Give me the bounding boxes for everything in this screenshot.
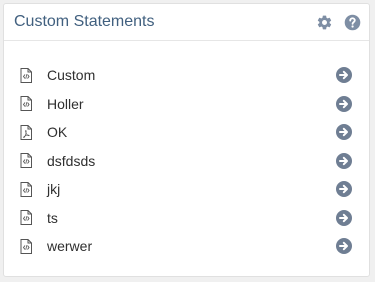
statement-row[interactable]: ts [4, 204, 369, 233]
statement-name: Custom [47, 67, 96, 84]
statement-row[interactable]: Holler [4, 90, 369, 119]
arrow-right-circle-icon[interactable] [336, 152, 352, 169]
arrow-right-circle-icon[interactable] [336, 67, 352, 84]
header-actions [316, 14, 361, 31]
statement-name: dsfdsds [47, 152, 96, 169]
statement-list: Custom Holler OK dsfdsds jkj ts werwer [4, 41, 369, 261]
statement-name: Holler [47, 95, 84, 112]
custom-statements-panel: Custom Statements Custom Holler OK dsfdsds j… [3, 3, 370, 277]
settings-button[interactable] [316, 14, 333, 31]
statement-name: werwer [47, 238, 93, 255]
help-icon [344, 14, 361, 30]
code-file-icon [20, 96, 32, 112]
statement-name: jkj [47, 181, 61, 198]
statement-name: OK [47, 124, 68, 141]
arrow-right-circle-icon[interactable] [336, 238, 352, 255]
panel-header: Custom Statements [4, 4, 369, 41]
arrow-right-circle-icon[interactable] [336, 95, 352, 112]
gear-icon [317, 15, 332, 29]
statement-name: ts [47, 209, 58, 226]
pdf-file-icon [20, 124, 32, 140]
code-file-icon [20, 238, 32, 254]
arrow-right-circle-icon[interactable] [336, 124, 352, 141]
code-file-icon [20, 181, 32, 197]
code-file-icon [20, 67, 32, 83]
arrow-right-circle-icon[interactable] [336, 181, 352, 198]
panel-title: Custom Statements [14, 13, 155, 30]
statement-row[interactable]: OK [4, 118, 369, 147]
statement-row[interactable]: Custom [4, 61, 369, 90]
code-file-icon [20, 153, 32, 169]
statement-row[interactable]: dsfdsds [4, 147, 369, 176]
help-button[interactable] [344, 14, 361, 31]
code-file-icon [20, 210, 32, 226]
statement-row[interactable]: werwer [4, 232, 369, 261]
statement-row[interactable]: jkj [4, 175, 369, 204]
arrow-right-circle-icon[interactable] [336, 209, 352, 226]
